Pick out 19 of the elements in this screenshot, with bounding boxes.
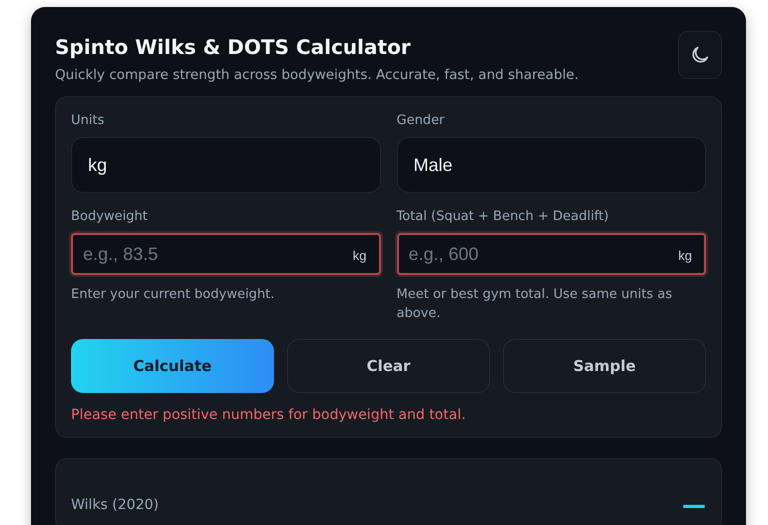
field-label: Total (Squat + Bench + Deadlift) [396, 209, 610, 224]
field-label: Gender [396, 113, 446, 128]
app-subtitle: Quickly compare strength across bodyweights. Accurate, fast, and shareable. [55, 67, 579, 83]
unit-label: kg [352, 248, 366, 263]
error-message: Please enter positive numbers for bodyweight and total. [71, 407, 467, 423]
action-button[interactable]: Clear [287, 339, 490, 393]
help-text: Meet or best gym total. Use same units as above. [396, 286, 674, 323]
app-title: Spinto Wilks & DOTS Calculator [55, 35, 412, 59]
field-label: Bodyweight [71, 209, 149, 224]
result-value: — [682, 493, 706, 517]
calculate-button[interactable]: Calculate [71, 339, 274, 393]
select-field[interactable]: kg [71, 137, 380, 193]
select-field[interactable]: Male [396, 137, 706, 193]
result-label: Wilks (2020) [71, 497, 159, 513]
help-text: Enter your current bodyweight. [71, 286, 276, 304]
action-button[interactable]: Sample [503, 339, 706, 393]
theme-toggle-button[interactable] [678, 31, 722, 79]
unit-label: kg [678, 248, 692, 263]
field-label: Units [71, 113, 106, 128]
